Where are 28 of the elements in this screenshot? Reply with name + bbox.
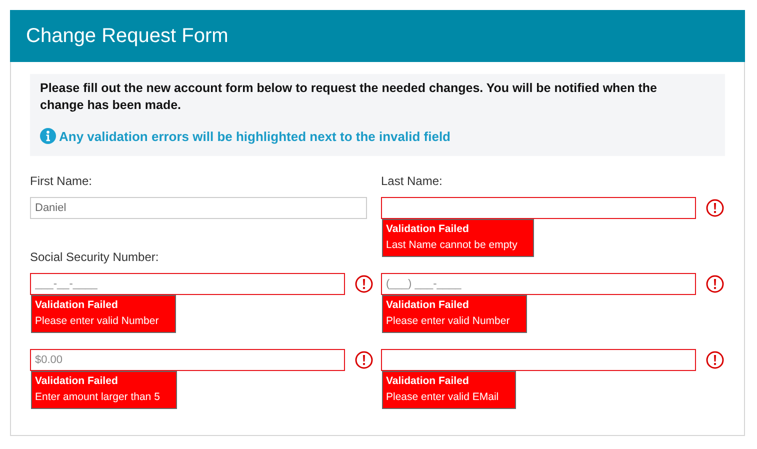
- alert-icon: [706, 275, 724, 293]
- field-label: Social Security Number:: [30, 249, 160, 266]
- input-field[interactable]: ___-__-____: [30, 273, 345, 295]
- form-title: Change Request Form: [26, 24, 228, 48]
- field-label: Last Name:: [381, 173, 444, 190]
- alert-icon: [355, 351, 373, 369]
- info-note: Any validation errors will be highlighted next to the invalid field: [59, 128, 450, 144]
- error-message: Please enter valid Number: [35, 314, 159, 329]
- input-field[interactable]: $0.00: [30, 349, 345, 371]
- error-message: Enter amount larger than 5: [35, 390, 160, 405]
- error-title: Validation Failed: [386, 222, 470, 237]
- intro-text: Please fill out the new account form below to request the needed changes. You will be notified when the change has been made.: [40, 80, 658, 114]
- input-field[interactable]: [381, 197, 696, 219]
- alert-icon: [355, 275, 373, 293]
- error-title: Validation Failed: [35, 298, 119, 313]
- error-message: Last Name cannot be empty: [386, 238, 518, 253]
- input-field[interactable]: [381, 349, 696, 371]
- alert-icon: [706, 199, 724, 217]
- error-title: Validation Failed: [35, 374, 119, 389]
- input-field[interactable]: Daniel: [30, 197, 367, 219]
- alert-icon: [706, 351, 724, 369]
- input-field[interactable]: (___) ___-____: [381, 273, 696, 295]
- field-label: First Name:: [30, 173, 94, 190]
- error-message: Please enter valid EMail: [386, 390, 499, 405]
- info-icon: [40, 128, 56, 144]
- error-message: Please enter valid Number: [386, 314, 510, 329]
- error-title: Validation Failed: [386, 374, 470, 389]
- error-title: Validation Failed: [386, 298, 470, 313]
